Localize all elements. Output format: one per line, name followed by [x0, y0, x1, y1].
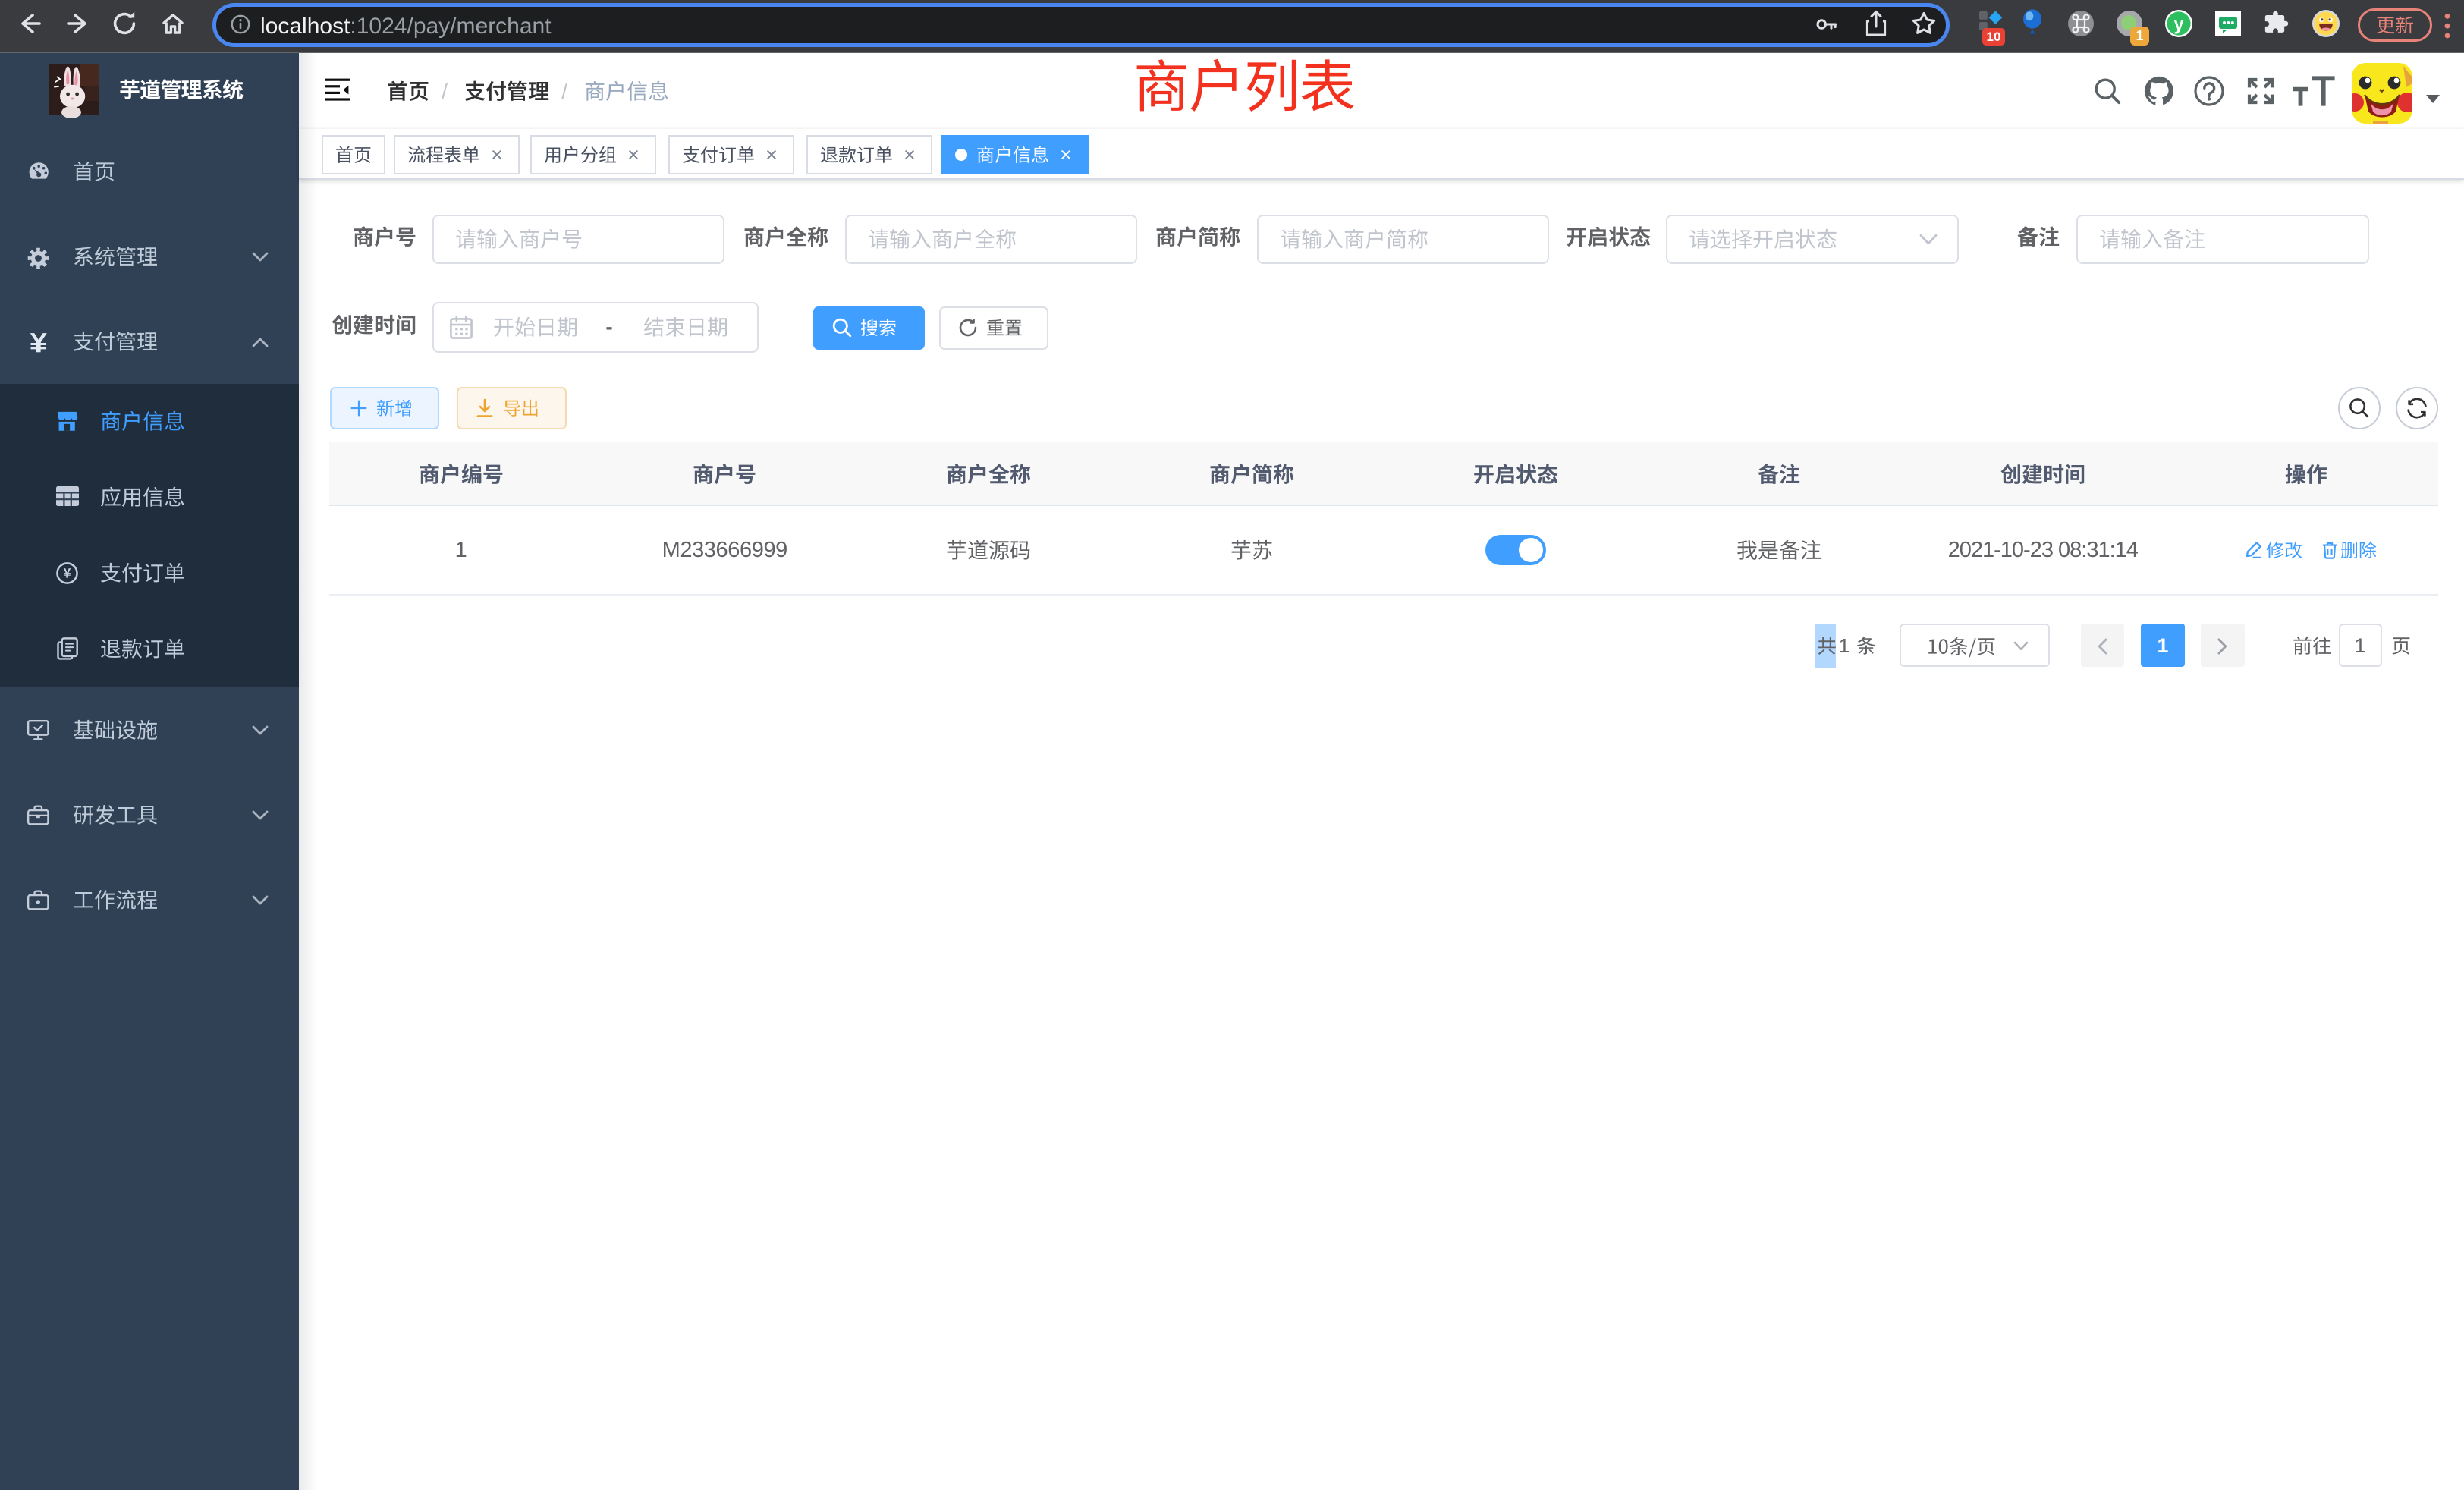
svg-text:y: y — [2174, 14, 2184, 33]
